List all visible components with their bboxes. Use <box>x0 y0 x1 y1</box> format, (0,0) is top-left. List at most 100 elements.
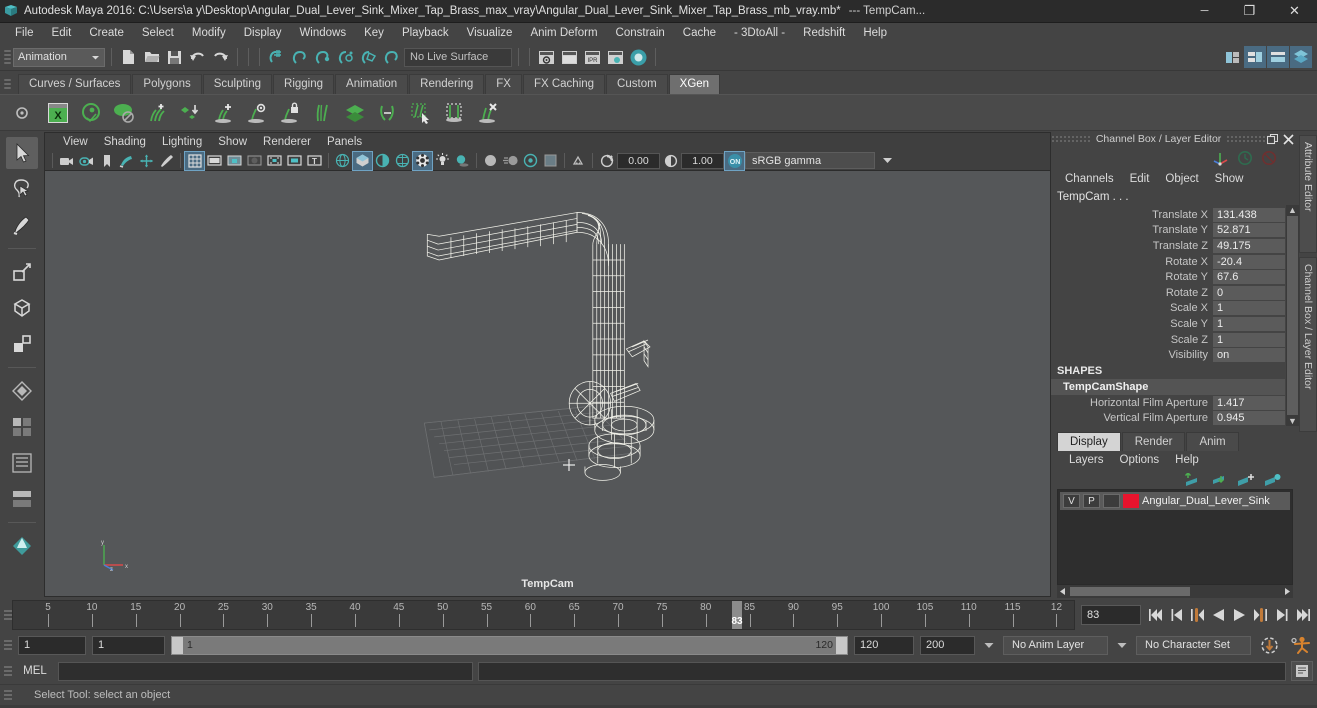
xgen-select-guide-icon[interactable] <box>407 99 434 127</box>
step-back-frame-icon[interactable] <box>1188 604 1207 626</box>
layout-xgen-panel-icon[interactable] <box>6 530 38 562</box>
xgen-sphere-icon[interactable] <box>110 99 137 127</box>
camera-attributes-icon[interactable] <box>77 152 96 170</box>
auto-keyframe-icon[interactable] <box>1257 636 1281 655</box>
menu-modify[interactable]: Modify <box>183 24 235 43</box>
wireframe-icon[interactable] <box>333 152 352 170</box>
channel-value[interactable]: on <box>1213 348 1285 363</box>
xgen-layer-icon[interactable] <box>341 99 368 127</box>
scrollbar-thumb[interactable] <box>1287 216 1298 416</box>
shelf-tab-rendering[interactable]: Rendering <box>409 74 485 94</box>
layer-menu-options[interactable]: Options <box>1112 453 1168 467</box>
wireframe-on-shaded-icon[interactable] <box>393 152 412 170</box>
playback-end-field[interactable]: 120 <box>854 635 914 655</box>
shelf-tab-animation[interactable]: Animation <box>335 74 409 94</box>
color-management-selector[interactable]: sRGB gamma <box>745 152 875 169</box>
step-back-keyframe-icon[interactable] <box>1167 604 1186 626</box>
layer-color-swatch[interactable] <box>1123 494 1139 509</box>
viewport-menu-panels[interactable]: Panels <box>319 135 370 149</box>
isolate-select-icon[interactable] <box>541 152 560 170</box>
new-scene-icon[interactable] <box>118 47 139 68</box>
layer-tab-display[interactable]: Display <box>1057 432 1121 452</box>
gamma-field[interactable]: 1.00 <box>681 152 724 169</box>
channel-row[interactable]: Vertical Film Aperture 0.945 <box>1051 411 1299 427</box>
channel-value[interactable]: 67.6 <box>1213 270 1285 285</box>
menu-select[interactable]: Select <box>133 24 183 43</box>
live-surface-field[interactable]: No Live Surface <box>404 47 512 67</box>
move-tool[interactable] <box>6 256 38 288</box>
menu-edit[interactable]: Edit <box>43 24 81 43</box>
character-set-dropdown-arrow[interactable] <box>1114 636 1130 655</box>
close-button[interactable]: ✕ <box>1272 0 1317 23</box>
close-panel-button[interactable] <box>1282 133 1295 146</box>
channel-value[interactable]: 0.945 <box>1213 411 1285 426</box>
menu-visualize[interactable]: Visualize <box>458 24 522 43</box>
scroll-left-icon[interactable] <box>1059 587 1067 596</box>
shelf-tab-fx[interactable]: FX <box>485 74 522 94</box>
menu-windows[interactable]: Windows <box>290 24 355 43</box>
play-forwards-icon[interactable] <box>1230 604 1249 626</box>
ipr-render-icon[interactable] <box>559 47 580 68</box>
range-slider-grip[interactable] <box>4 632 12 658</box>
range-start-handle[interactable] <box>172 636 183 654</box>
smooth-shade-icon[interactable] <box>352 150 373 171</box>
snap-projected-center-icon[interactable] <box>335 47 356 68</box>
layer-item[interactable]: V P Angular_Dual_Lever_Sink <box>1060 492 1290 511</box>
vertical-tab-channel-box[interactable]: Channel Box / Layer Editor <box>1299 257 1317 432</box>
color-management-dropdown-arrow[interactable] <box>876 152 898 169</box>
layout-persp-icon[interactable] <box>6 411 38 443</box>
channel-box-menu-edit[interactable]: Edit <box>1122 172 1158 186</box>
current-frame-field[interactable]: 83 <box>1081 605 1141 625</box>
channel-box-toggle-icon[interactable] <box>1290 46 1312 68</box>
anim-layer-selector[interactable]: No Anim Layer <box>1003 635 1108 655</box>
keyframe-clock-icon[interactable] <box>1237 150 1253 166</box>
channel-box-menu-object[interactable]: Object <box>1157 172 1206 186</box>
animation-end-field[interactable]: 200 <box>920 635 975 655</box>
save-scene-icon[interactable] <box>164 47 185 68</box>
xgen-lock-guide-icon[interactable] <box>275 99 302 127</box>
time-slider-grip[interactable] <box>4 602 12 628</box>
range-bar[interactable]: 1 120 <box>171 635 848 655</box>
color-management-icon[interactable]: ON <box>724 150 745 171</box>
command-line-grip[interactable] <box>4 658 12 684</box>
menu-constrain[interactable]: Constrain <box>607 24 674 43</box>
texture-icon[interactable] <box>412 150 433 171</box>
channel-row[interactable]: Scale Z 1 <box>1051 332 1299 348</box>
2d-pan-zoom-icon[interactable] <box>137 152 156 170</box>
layer-name[interactable]: Angular_Dual_Lever_Sink <box>1142 495 1270 507</box>
resolution-gate-icon[interactable] <box>225 152 244 170</box>
xgen-import-archive-icon[interactable] <box>176 99 203 127</box>
channel-row[interactable]: Translate Y 52.871 <box>1051 223 1299 239</box>
layer-display-type-toggle[interactable] <box>1103 494 1120 509</box>
new-layer-from-selected-icon[interactable] <box>1264 473 1281 486</box>
xgen-add-guide-icon[interactable] <box>209 99 236 127</box>
menu-cache[interactable]: Cache <box>674 24 725 43</box>
channel-row[interactable]: Rotate Z 0 <box>1051 285 1299 301</box>
panel-drag-dots[interactable] <box>1226 135 1267 143</box>
safe-action-icon[interactable] <box>285 152 304 170</box>
viewport-menu-lighting[interactable]: Lighting <box>154 135 210 149</box>
xgen-region-icon[interactable] <box>440 99 467 127</box>
film-gate-icon[interactable] <box>205 152 224 170</box>
layer-playback-toggle[interactable]: P <box>1083 494 1100 509</box>
command-input[interactable] <box>58 661 473 681</box>
show-hide-ui-icon[interactable] <box>1221 46 1243 68</box>
layout-quick-icon[interactable] <box>6 375 38 407</box>
channel-box-scrollbar[interactable]: ▲ ▼ <box>1286 205 1299 427</box>
undo-icon[interactable] <box>187 47 208 68</box>
animation-start-field[interactable]: 1 <box>18 635 86 655</box>
channel-row[interactable]: Rotate X -20.4 <box>1051 254 1299 270</box>
grid-toggle-icon[interactable] <box>184 150 205 171</box>
scroll-right-icon[interactable] <box>1283 587 1291 596</box>
manipulator-icon[interactable] <box>1212 150 1229 167</box>
scale-tool[interactable] <box>6 328 38 360</box>
render-settings-icon[interactable]: IPR <box>582 47 603 68</box>
menu-3dtoall[interactable]: - 3DtoAll - <box>725 24 794 43</box>
channel-value[interactable]: 1 <box>1213 316 1285 331</box>
viewport-menu-view[interactable]: View <box>55 135 96 149</box>
film-origin-icon[interactable] <box>265 152 284 170</box>
go-to-start-icon[interactable] <box>1146 604 1165 626</box>
character-set-selector[interactable]: No Character Set <box>1136 635 1251 655</box>
viewport-menu-shading[interactable]: Shading <box>96 135 154 149</box>
menu-key[interactable]: Key <box>355 24 393 43</box>
